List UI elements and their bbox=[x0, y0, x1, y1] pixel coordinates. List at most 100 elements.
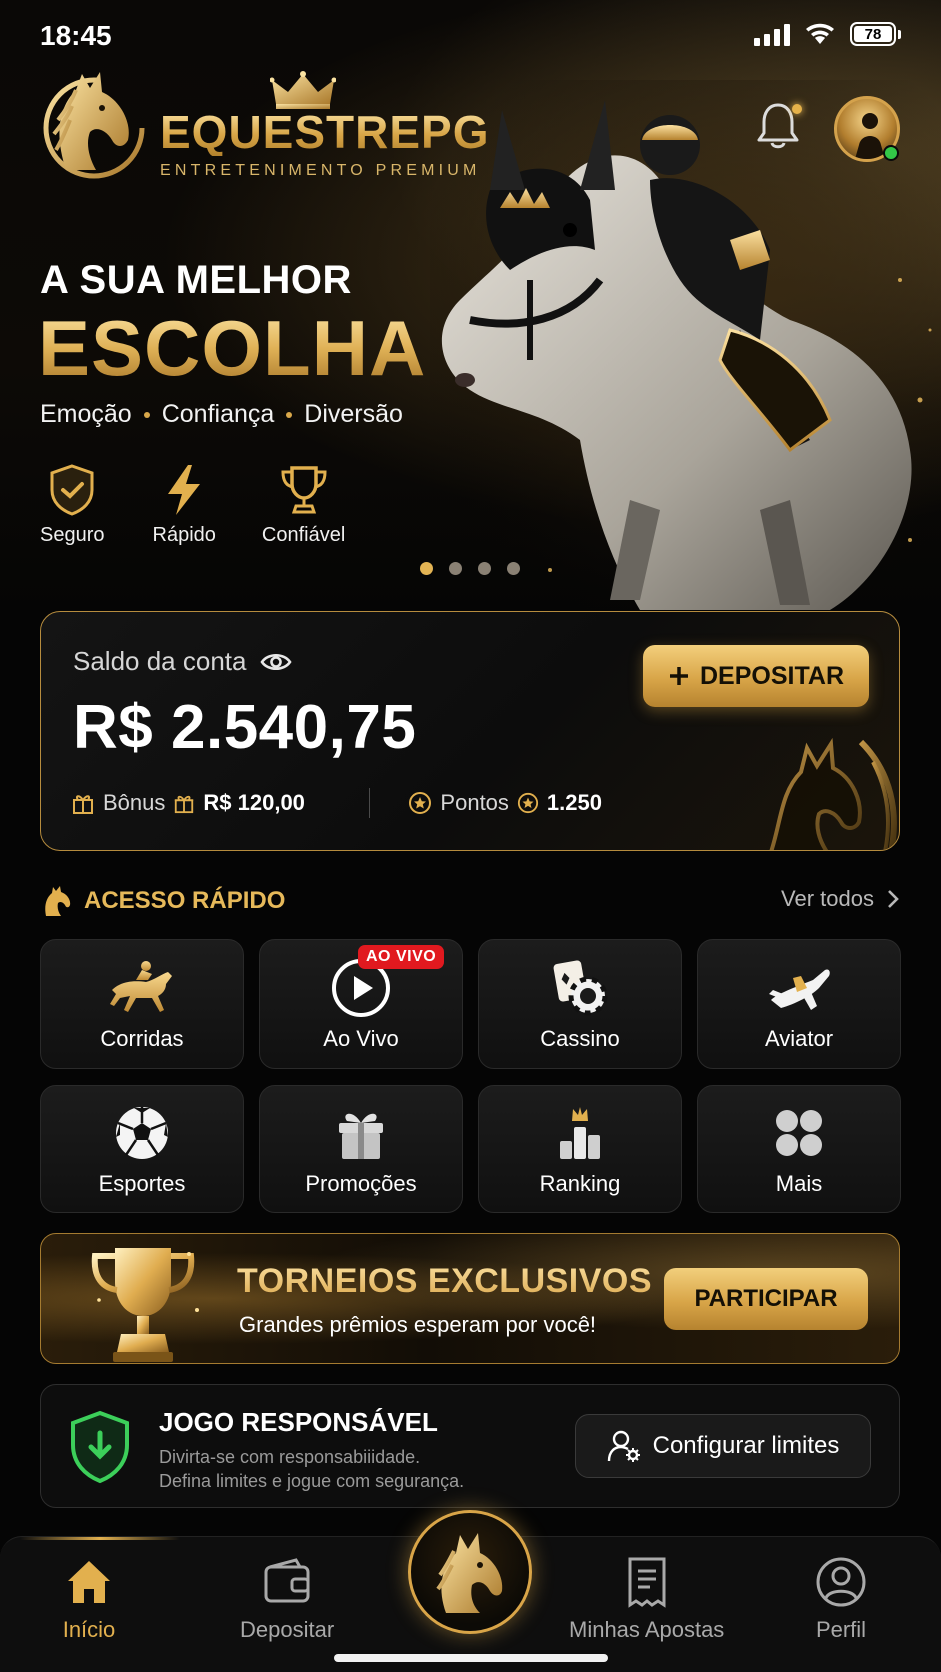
grid-icon bbox=[776, 1110, 822, 1156]
nav-inicio[interactable]: Início bbox=[62, 1555, 116, 1643]
gift-icon bbox=[73, 795, 93, 814]
responsible-desc-line: Defina limites e jogue com segurança. bbox=[159, 1471, 465, 1491]
battery-level: 78 bbox=[854, 26, 892, 43]
brand-name: EQUESTREPG bbox=[160, 106, 490, 158]
responsible-gaming-card: JOGO RESPONSÁVEL Divirta-se com responsa… bbox=[40, 1384, 900, 1508]
notification-dot bbox=[792, 104, 802, 114]
feature-fast: Rápido bbox=[153, 462, 216, 547]
quick-access-label: Ranking bbox=[539, 1171, 621, 1196]
hero-subtitle-item: Confiança bbox=[161, 400, 275, 428]
points-info: Pontos 1.250 bbox=[408, 790, 602, 816]
bonus-value: R$ 120,00 bbox=[203, 790, 305, 815]
quick-access-header: ACESSO RÁPIDO Ver todos bbox=[40, 884, 900, 920]
participate-button[interactable]: PARTICIPAR bbox=[664, 1268, 868, 1330]
see-all-label: Ver todos bbox=[781, 886, 874, 911]
feature-label: Confiável bbox=[261, 524, 346, 546]
nav-label: Perfil bbox=[815, 1617, 867, 1642]
nav-label: Início bbox=[62, 1617, 116, 1642]
balance-card: Saldo da conta R$ 2.540,75 DEPOSITAR Bôn… bbox=[40, 611, 900, 851]
horse-head-logo-icon bbox=[43, 72, 145, 179]
hero-features: Seguro Rápido Confiável bbox=[40, 462, 395, 547]
casino-icon bbox=[553, 960, 608, 1016]
feature-secure: Seguro bbox=[40, 462, 105, 547]
ranking-icon bbox=[560, 1107, 600, 1159]
home-indicator bbox=[334, 1654, 608, 1662]
configure-limits-label: Configurar limites bbox=[652, 1432, 840, 1459]
deposit-button-label: DEPOSITAR bbox=[700, 661, 844, 690]
user-settings-icon bbox=[607, 1430, 640, 1462]
balance-label: Saldo da conta bbox=[73, 646, 247, 676]
quick-access-label: Esportes bbox=[98, 1171, 186, 1196]
gold-trophy-icon bbox=[91, 1248, 199, 1362]
quick-access-cassino[interactable]: Cassino bbox=[478, 939, 682, 1069]
balance-meta: Bônus R$ 120,00 Pontos 1.250 bbox=[71, 788, 602, 818]
see-all-link[interactable]: Ver todos bbox=[781, 886, 900, 912]
plus-icon bbox=[670, 667, 688, 685]
bonus-info: Bônus R$ 120,00 bbox=[71, 790, 305, 816]
wifi-icon bbox=[806, 23, 834, 44]
hero-subtitle-item: Emoção bbox=[40, 400, 132, 428]
quick-access-aviator[interactable]: Aviator bbox=[697, 939, 901, 1069]
quick-access-ao-vivo[interactable]: AO VIVO Ao Vivo bbox=[259, 939, 463, 1069]
gift-icon bbox=[339, 1113, 383, 1159]
tournament-title: TORNEIOS EXCLUSIVOS bbox=[237, 1262, 653, 1300]
nav-center-horse-button[interactable] bbox=[408, 1510, 532, 1634]
carousel-dot[interactable] bbox=[507, 562, 520, 575]
bonus-label: Bônus bbox=[103, 790, 166, 815]
brand-logo[interactable]: EQUESTREPG ENTRETENIMENTO PREMIUM bbox=[36, 60, 490, 190]
horse-head-watermark-icon bbox=[769, 737, 897, 850]
status-bar: 18:45 78 bbox=[0, 0, 941, 70]
status-time: 18:45 bbox=[40, 20, 112, 51]
responsible-description: Divirta-se com responsabiiidade. Defina … bbox=[159, 1445, 464, 1493]
points-value: 1.250 bbox=[546, 790, 602, 815]
configure-limits-button[interactable]: Configurar limites bbox=[575, 1414, 871, 1478]
airplane-icon bbox=[769, 969, 830, 1010]
quick-access-label: Ao Vivo bbox=[323, 1026, 399, 1051]
carousel-dot[interactable] bbox=[478, 562, 491, 575]
tournament-subtitle: Grandes prêmios esperam por você! bbox=[239, 1312, 597, 1337]
carousel-dot[interactable] bbox=[449, 562, 462, 575]
quick-access-corridas[interactable]: Corridas bbox=[40, 939, 244, 1069]
battery-indicator: 78 bbox=[850, 22, 901, 46]
hero-subtitle-item: Diversão bbox=[304, 400, 403, 428]
live-badge: AO VIVO bbox=[358, 945, 445, 969]
gift-icon bbox=[175, 795, 194, 814]
wallet-icon bbox=[264, 1558, 310, 1603]
feature-label: Rápido bbox=[152, 524, 216, 546]
quick-access-label: Corridas bbox=[100, 1026, 184, 1051]
hero-subtitle: Emoção Confiança Diversão bbox=[40, 400, 403, 429]
online-status-dot bbox=[883, 145, 899, 161]
cellular-signal-icon bbox=[754, 22, 790, 46]
hero-title: ESCOLHA bbox=[38, 304, 427, 392]
chevron-right-icon bbox=[888, 890, 899, 908]
balance-label-row: Saldo da conta bbox=[73, 646, 293, 677]
responsible-title: JOGO RESPONSÁVEL bbox=[159, 1407, 438, 1437]
deposit-button[interactable]: DEPOSITAR bbox=[643, 645, 869, 707]
horse-racing-icon bbox=[110, 961, 172, 1012]
quick-access-title: ACESSO RÁPIDO bbox=[40, 884, 285, 918]
tournament-banner[interactable]: TORNEIOS EXCLUSIVOS Grandes prêmios espe… bbox=[40, 1233, 900, 1364]
quick-access-title-text: ACESSO RÁPIDO bbox=[84, 887, 286, 914]
quick-access-ranking[interactable]: Ranking bbox=[478, 1085, 682, 1213]
brand-tagline: ENTRETENIMENTO PREMIUM bbox=[160, 162, 481, 179]
eye-icon[interactable] bbox=[260, 651, 293, 673]
star-coin-icon bbox=[517, 792, 539, 814]
quick-access-label: Mais bbox=[775, 1171, 823, 1196]
trophy-icon bbox=[281, 466, 327, 514]
star-coin-icon bbox=[409, 792, 432, 814]
nav-depositar[interactable]: Depositar bbox=[240, 1555, 334, 1643]
quick-access-label: Cassino bbox=[540, 1026, 620, 1051]
soccer-ball-icon bbox=[116, 1107, 168, 1159]
nav-minhas-apostas[interactable]: Minhas Apostas bbox=[569, 1555, 724, 1643]
nav-perfil[interactable]: Perfil bbox=[814, 1555, 868, 1643]
shield-check-icon bbox=[71, 1410, 129, 1484]
nav-label: Minhas Apostas bbox=[569, 1617, 725, 1642]
carousel-pagination[interactable] bbox=[420, 562, 520, 575]
carousel-dot-active[interactable] bbox=[420, 562, 433, 575]
quick-access-esportes[interactable]: Esportes bbox=[40, 1085, 244, 1213]
quick-access-promocoes[interactable]: Promoções bbox=[259, 1085, 463, 1213]
quick-access-grid: Corridas AO VIVO Ao Vivo Cassino Aviator bbox=[40, 939, 901, 1213]
quick-access-mais[interactable]: Mais bbox=[697, 1085, 901, 1213]
quick-access-label: Aviator bbox=[764, 1026, 834, 1051]
home-icon bbox=[68, 1561, 110, 1603]
